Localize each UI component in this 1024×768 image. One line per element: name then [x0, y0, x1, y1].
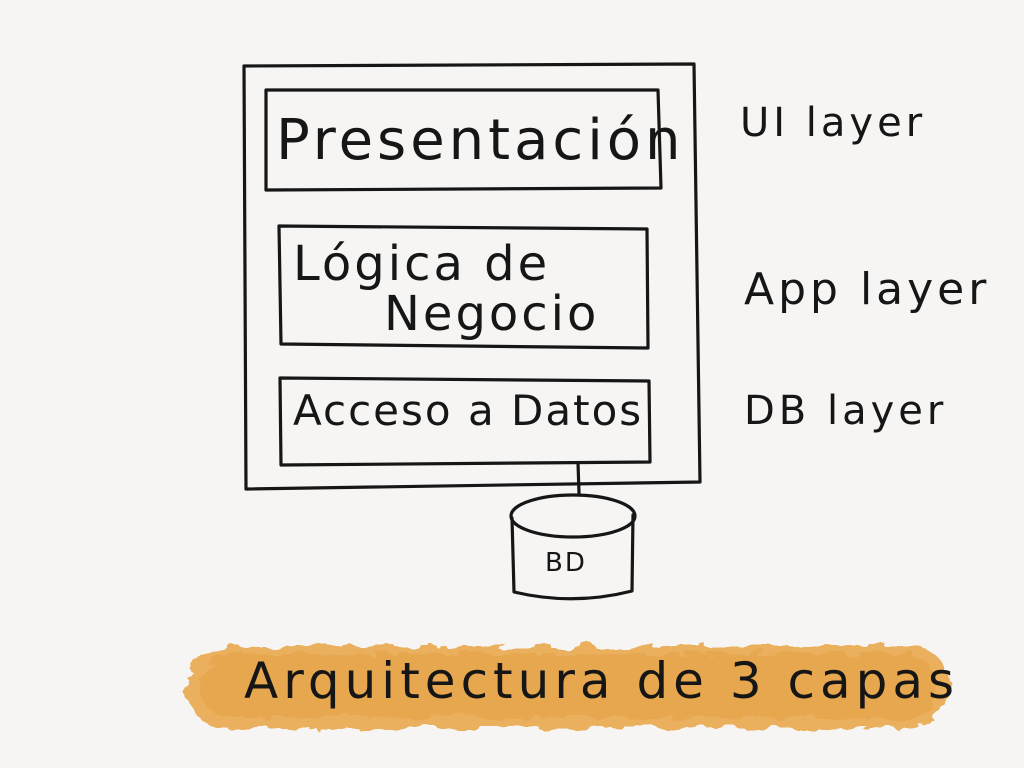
diagram-title: Arquitectura de 3 capas: [244, 652, 960, 710]
database-cylinder: [509, 493, 637, 601]
layer-label-logic-line2: Negocio: [384, 286, 600, 342]
diagram-canvas: Presentación Lógica de Negocio Acceso a …: [0, 0, 1024, 768]
db-connector-line: [576, 461, 581, 495]
side-label-ui-layer: UI layer: [740, 100, 927, 146]
layer-label-presentation: Presentación: [276, 108, 685, 173]
side-label-db-layer: DB layer: [744, 388, 948, 434]
database-label: BD: [545, 548, 587, 578]
side-label-app-layer: App layer: [744, 264, 991, 315]
layer-label-logic-line1: Lógica de: [293, 236, 551, 292]
layer-label-data-access: Acceso a Datos: [293, 386, 644, 435]
